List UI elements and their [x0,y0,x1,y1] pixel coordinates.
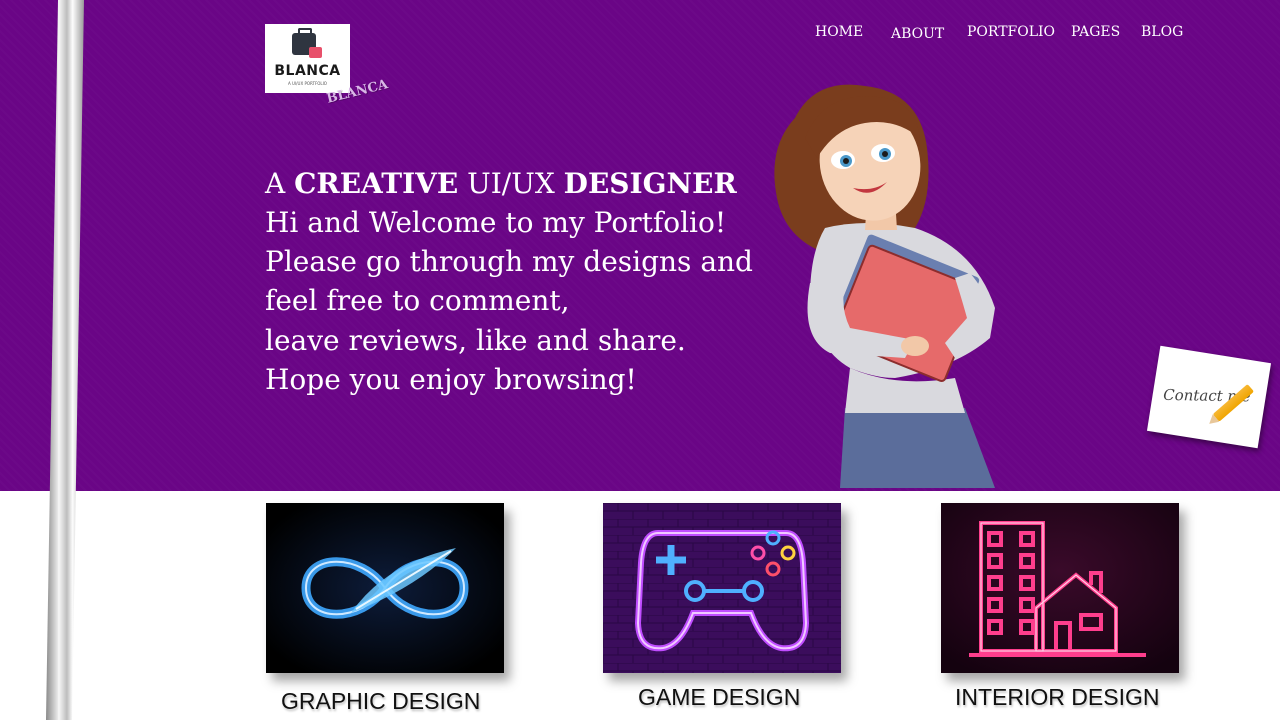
intro-line: Hope you enjoy browsing! [265,363,637,396]
graphic-design-label[interactable]: GRAPHIC DESIGN [281,688,480,715]
hero-headline: A CREATIVE UI/UX DESIGNER [265,167,737,201]
logo-text: BLANCA [274,63,341,79]
interior-design-card[interactable] [941,503,1179,673]
gamepad-neon-icon [603,503,841,673]
nav-item-pages[interactable]: PAGES [1071,24,1120,44]
nav-item-home[interactable]: HOME [815,24,863,44]
game-design-label[interactable]: GAME DESIGN [638,684,800,711]
intro-line: feel free to comment, [265,284,570,317]
hero-section: BLANCA A UI/UX PORTFOLIO BLANCA HOME ABO… [0,0,1280,491]
site-logo[interactable]: BLANCA A UI/UX PORTFOLIO [265,24,350,93]
headline-uiux: UI/UX [467,167,555,200]
headline-creative: CREATIVE [294,167,459,200]
intro-line: Please go through my designs and [265,245,753,278]
decorative-rail-highlight [58,0,82,720]
nav-item-about[interactable]: ABOUT [891,26,944,46]
intro-line: leave reviews, like and share. [265,324,686,357]
logo-subtext: A UI/UX PORTFOLIO [288,81,327,86]
interior-design-label[interactable]: INTERIOR DESIGN [955,684,1159,711]
contact-me-button[interactable]: Contact me [1146,345,1272,449]
nav-item-blog[interactable]: BLOG [1141,24,1183,44]
headline-designer: DESIGNER [563,167,737,200]
headline-prefix: A [265,167,286,200]
graphic-design-card[interactable] [266,503,504,673]
infinity-feather-icon [266,503,504,673]
bag-icon [309,47,322,58]
game-design-card[interactable] [603,503,841,673]
building-house-neon-icon [941,503,1179,673]
nav-item-portfolio[interactable]: PORTFOLIO [967,24,1055,44]
intro-line: Hi and Welcome to my Portfolio! [265,206,727,239]
designer-illustration [774,84,995,488]
